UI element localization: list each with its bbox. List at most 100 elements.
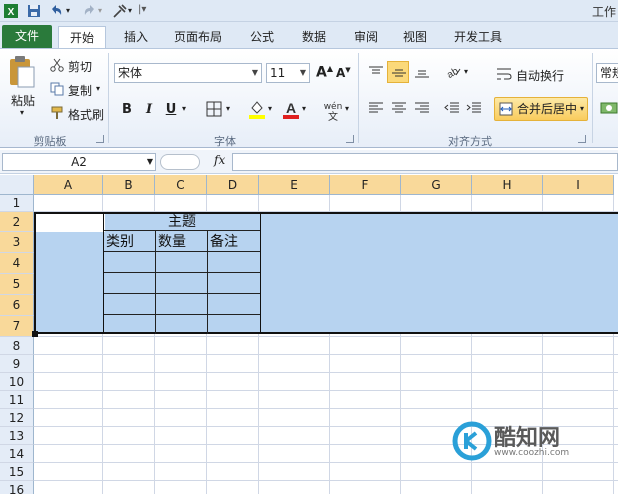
row-header-3[interactable]: 3 [0, 232, 34, 253]
align-right-icon[interactable] [414, 101, 430, 115]
borders-icon[interactable] [206, 101, 222, 117]
format-painter-button[interactable]: 格式刷 [68, 106, 104, 123]
align-middle-button[interactable] [387, 61, 409, 83]
row-header-12[interactable]: 12 [0, 409, 34, 427]
font-color-dropdown-icon[interactable]: ▾ [302, 104, 306, 113]
tab-page-layout[interactable]: 页面布局 [166, 26, 230, 48]
cut-button[interactable]: 剪切 [68, 58, 92, 75]
column-header-h[interactable]: H [472, 175, 543, 195]
column-header-g[interactable]: G [401, 175, 472, 195]
row-header-1[interactable]: 1 [0, 195, 34, 212]
row-header-6[interactable]: 6 [0, 295, 34, 316]
number-format-combo[interactable]: 常规 [596, 63, 618, 83]
column-header-f[interactable]: F [330, 175, 401, 195]
tab-review[interactable]: 审阅 [344, 26, 388, 48]
borders-dropdown-icon[interactable]: ▾ [226, 104, 230, 113]
paste-button[interactable]: 粘贴 [11, 92, 35, 109]
align-center-icon[interactable] [391, 101, 407, 115]
font-color-icon[interactable]: A [282, 99, 300, 119]
cell-quantity[interactable]: 数量 [158, 233, 186, 251]
row-header-8[interactable]: 8 [0, 337, 34, 355]
underline-dropdown-icon[interactable]: ▾ [182, 104, 186, 113]
tab-developer[interactable]: 开发工具 [446, 26, 510, 48]
insert-function-icon[interactable]: fx [214, 153, 225, 167]
phonetic-dropdown-icon[interactable]: ▾ [345, 104, 349, 113]
undo-dropdown-icon[interactable]: ▾ [66, 6, 82, 22]
merge-dropdown-icon[interactable]: ▾ [580, 98, 584, 120]
column-header-b[interactable]: B [103, 175, 155, 195]
align-bottom-icon[interactable] [414, 65, 430, 79]
font-size-combo[interactable]: 11 ▼ [266, 63, 310, 83]
row-header-2[interactable]: 2 [0, 212, 34, 232]
scissors-icon[interactable] [50, 58, 64, 72]
select-all-corner[interactable] [0, 175, 34, 195]
row-header-13[interactable]: 13 [0, 427, 34, 445]
align-top-icon[interactable] [368, 65, 384, 79]
active-cell-a2[interactable] [36, 214, 105, 232]
increase-font-icon[interactable]: A▲ [316, 64, 333, 81]
row-header-4[interactable]: 4 [0, 253, 34, 274]
cell-category[interactable]: 类别 [106, 233, 134, 251]
format-painter-icon[interactable] [50, 106, 64, 120]
tab-insert[interactable]: 插入 [114, 26, 158, 48]
currency-format-icon[interactable] [600, 99, 618, 117]
orientation-icon[interactable]: ab [444, 63, 462, 79]
save-icon[interactable] [26, 3, 42, 19]
row-header-7[interactable]: 7 [0, 316, 34, 337]
font-name-combo[interactable]: 宋体 ▼ [114, 63, 262, 83]
clipboard-launcher-icon[interactable] [96, 135, 104, 143]
tools-icon[interactable] [112, 3, 128, 19]
row-header-9[interactable]: 9 [0, 355, 34, 373]
formula-input[interactable] [232, 153, 618, 171]
font-launcher-icon[interactable] [346, 135, 354, 143]
column-header-d[interactable]: D [207, 175, 259, 195]
tab-file[interactable]: 文件 [2, 25, 52, 48]
decrease-indent-icon[interactable] [444, 101, 460, 115]
name-box-dropdown-icon[interactable]: ▼ [147, 154, 153, 170]
underline-button[interactable]: U [162, 100, 180, 120]
italic-button[interactable]: I [140, 100, 158, 120]
undo-icon[interactable] [48, 3, 64, 19]
column-header-a[interactable]: A [34, 175, 103, 195]
bold-button[interactable]: B [118, 100, 136, 120]
paste-icon[interactable] [6, 55, 38, 89]
row-header-5[interactable]: 5 [0, 274, 34, 295]
merge-center-button[interactable]: 合并后居中 ▾ [494, 97, 588, 121]
name-box-value: A2 [71, 155, 87, 169]
formula-bar-splitter[interactable] [160, 154, 200, 170]
wrap-text-icon[interactable] [496, 66, 512, 82]
row-header-14[interactable]: 14 [0, 445, 34, 463]
copy-icon[interactable] [50, 82, 64, 96]
column-header-c[interactable]: C [155, 175, 207, 195]
name-box[interactable]: A2 ▼ [2, 153, 156, 171]
fill-handle[interactable] [32, 331, 38, 337]
increase-indent-icon[interactable] [466, 101, 482, 115]
cell-title[interactable]: 主题 [104, 213, 260, 231]
copy-dropdown-icon[interactable]: ▾ [96, 84, 100, 93]
row-header-15[interactable]: 15 [0, 463, 34, 481]
fill-color-dropdown-icon[interactable]: ▾ [268, 104, 272, 113]
row-header-16[interactable]: 16 [0, 481, 34, 494]
tab-formulas[interactable]: 公式 [240, 26, 284, 48]
row-header-11[interactable]: 11 [0, 391, 34, 409]
excel-icon[interactable]: X [3, 3, 19, 19]
tab-home[interactable]: 开始 [58, 26, 106, 48]
column-header-i[interactable]: I [543, 175, 614, 195]
copy-button[interactable]: 复制 [68, 82, 92, 99]
fill-color-icon[interactable] [248, 99, 266, 119]
customize-qat-icon[interactable]: |▾ [138, 4, 154, 20]
paste-dropdown-icon[interactable]: ▾ [20, 108, 24, 117]
orientation-dropdown-icon[interactable]: ▾ [464, 67, 468, 76]
cell-remark[interactable]: 备注 [210, 233, 238, 251]
decrease-font-icon[interactable]: A▼ [336, 66, 351, 80]
tab-view[interactable]: 视图 [396, 26, 434, 48]
column-header-e[interactable]: E [259, 175, 330, 195]
redo-icon[interactable] [82, 3, 98, 19]
alignment-launcher-icon[interactable] [578, 135, 586, 143]
worksheet-grid[interactable]: ABCDEFGHI 1234567891011121314151617 主题 类… [0, 175, 618, 494]
phonetic-icon[interactable]: wén文 [322, 99, 344, 121]
align-left-icon[interactable] [368, 101, 384, 115]
wrap-text-button[interactable]: 自动换行 [516, 67, 564, 84]
tab-data[interactable]: 数据 [292, 26, 336, 48]
row-header-10[interactable]: 10 [0, 373, 34, 391]
